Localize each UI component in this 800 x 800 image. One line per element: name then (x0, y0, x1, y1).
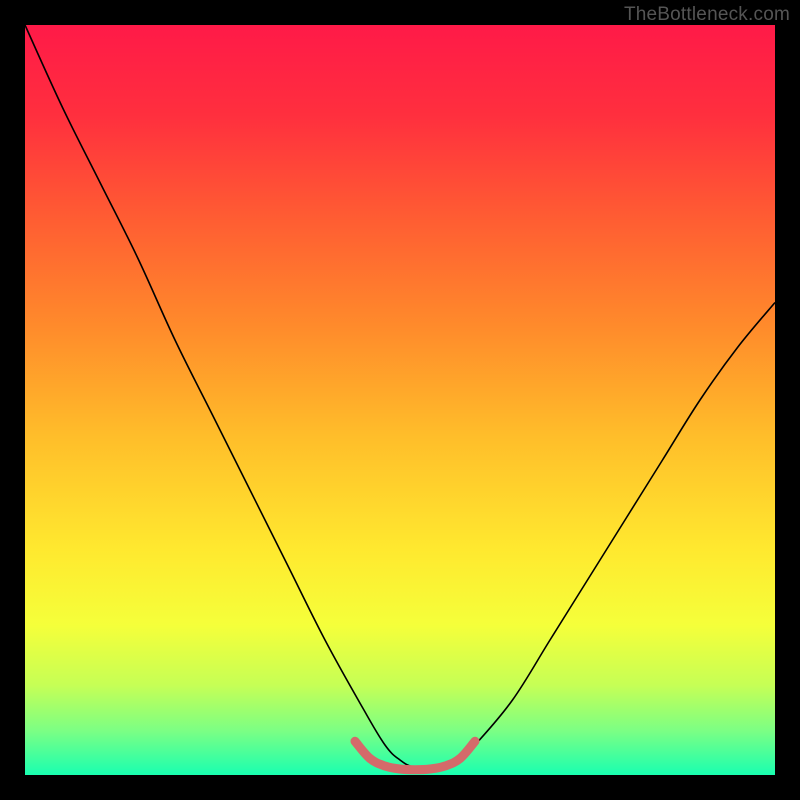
gradient-background (25, 25, 775, 775)
chart-frame: TheBottleneck.com (0, 0, 800, 800)
bottleneck-chart (25, 25, 775, 775)
watermark-text: TheBottleneck.com (624, 4, 790, 26)
plot-area (25, 25, 775, 775)
